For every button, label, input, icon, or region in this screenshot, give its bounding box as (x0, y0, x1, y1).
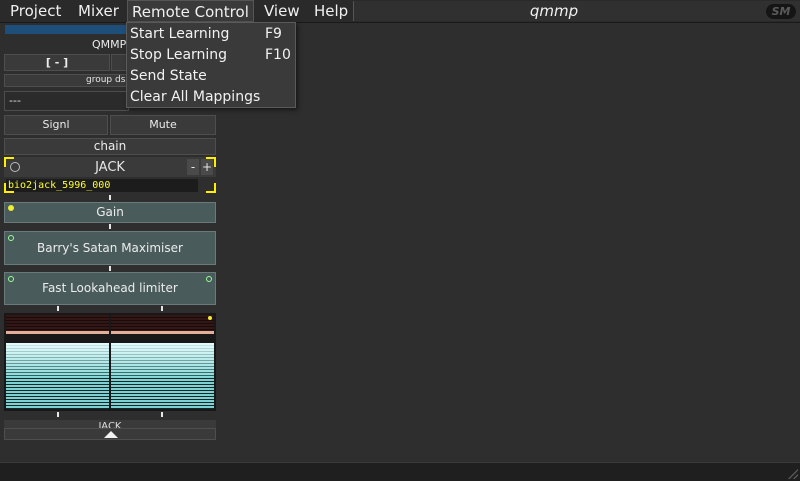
jack-client-name: bio2jack_5996_000 (6, 179, 198, 192)
arrow-up-icon (104, 431, 118, 438)
selection-corner (206, 183, 216, 193)
control-dot (8, 276, 14, 282)
resize-grip-icon[interactable] (788, 469, 798, 479)
group-label: group ds (86, 75, 126, 85)
scroll-up-button[interactable] (4, 428, 216, 440)
status-bar (0, 462, 800, 481)
menu-view[interactable]: View (260, 0, 304, 22)
menu-item-label: Stop Learning (130, 47, 228, 63)
menu-stop-learning[interactable]: Stop Learning F10 (127, 45, 295, 66)
connector (109, 224, 111, 229)
peak-marker (111, 331, 214, 334)
jack-input-module[interactable]: JACK - + bio2jack_5996_000 (4, 157, 216, 193)
menu-item-shortcut: F10 (265, 47, 291, 63)
menu-help[interactable]: Help (310, 0, 352, 22)
chain-button[interactable]: chain (4, 138, 216, 155)
output-selector[interactable]: --- (4, 91, 129, 111)
connector (161, 306, 163, 311)
menu-item-label: Clear All Mappings (130, 89, 261, 105)
connector (109, 195, 111, 200)
level-meter (4, 313, 216, 411)
jack-output-module[interactable]: JACK (4, 420, 216, 428)
control-dot (208, 316, 212, 320)
connector (57, 306, 59, 311)
menu-send-state[interactable]: Send State (127, 66, 295, 87)
jack-input-header: JACK - + (4, 157, 216, 177)
meter-right-channel (111, 315, 214, 409)
meter-left-channel (6, 315, 109, 409)
mute-button[interactable]: Mute (110, 115, 216, 135)
connector (109, 266, 111, 271)
module-label: Gain (96, 205, 124, 219)
menu-item-label: Start Learning (130, 26, 230, 42)
window-title: qmmp (529, 2, 579, 20)
menu-mixer[interactable]: Mixer (74, 0, 123, 22)
menu-bar: Project Mixer Remote Control View Help q… (0, 0, 800, 23)
strip-color-bar (5, 25, 127, 34)
menu-remote-control[interactable]: Remote Control (127, 0, 254, 22)
menu-clear-all-mappings[interactable]: Clear All Mappings (127, 87, 295, 108)
signal-button[interactable]: Signl (4, 115, 108, 135)
menu-item-label: Send State (130, 68, 207, 84)
meter-glow (111, 343, 214, 377)
module-satan-maximiser[interactable]: Barry's Satan Maximiser (4, 231, 216, 265)
selection-corner (206, 157, 216, 167)
control-dot (8, 205, 14, 211)
jack-remove-button[interactable]: - (187, 159, 199, 175)
menu-item-shortcut: F9 (265, 26, 282, 42)
menu-start-learning[interactable]: Start Learning F9 (127, 24, 295, 45)
remote-control-menu: Start Learning F9 Stop Learning F10 Send… (126, 22, 296, 108)
control-dot (206, 276, 212, 282)
module-lookahead-limiter[interactable]: Fast Lookahead limiter (4, 272, 216, 305)
module-label: Barry's Satan Maximiser (37, 241, 183, 255)
meter-glow (6, 343, 109, 377)
collapse-button[interactable]: [ - ] (4, 54, 110, 71)
connector (161, 412, 163, 417)
module-gain[interactable]: Gain (4, 202, 216, 223)
control-dot (8, 235, 14, 241)
connector (57, 412, 59, 417)
jack-input-label: JACK (95, 160, 125, 175)
window-title-area: qmmp SM (353, 1, 800, 21)
peak-marker (6, 331, 109, 334)
strip-name[interactable]: QMMP (92, 38, 126, 51)
module-label: Fast Lookahead limiter (42, 281, 178, 295)
selection-corner (4, 183, 14, 193)
session-manager-badge: SM (766, 4, 796, 19)
selection-corner (4, 157, 14, 167)
menu-project[interactable]: Project (6, 0, 65, 22)
